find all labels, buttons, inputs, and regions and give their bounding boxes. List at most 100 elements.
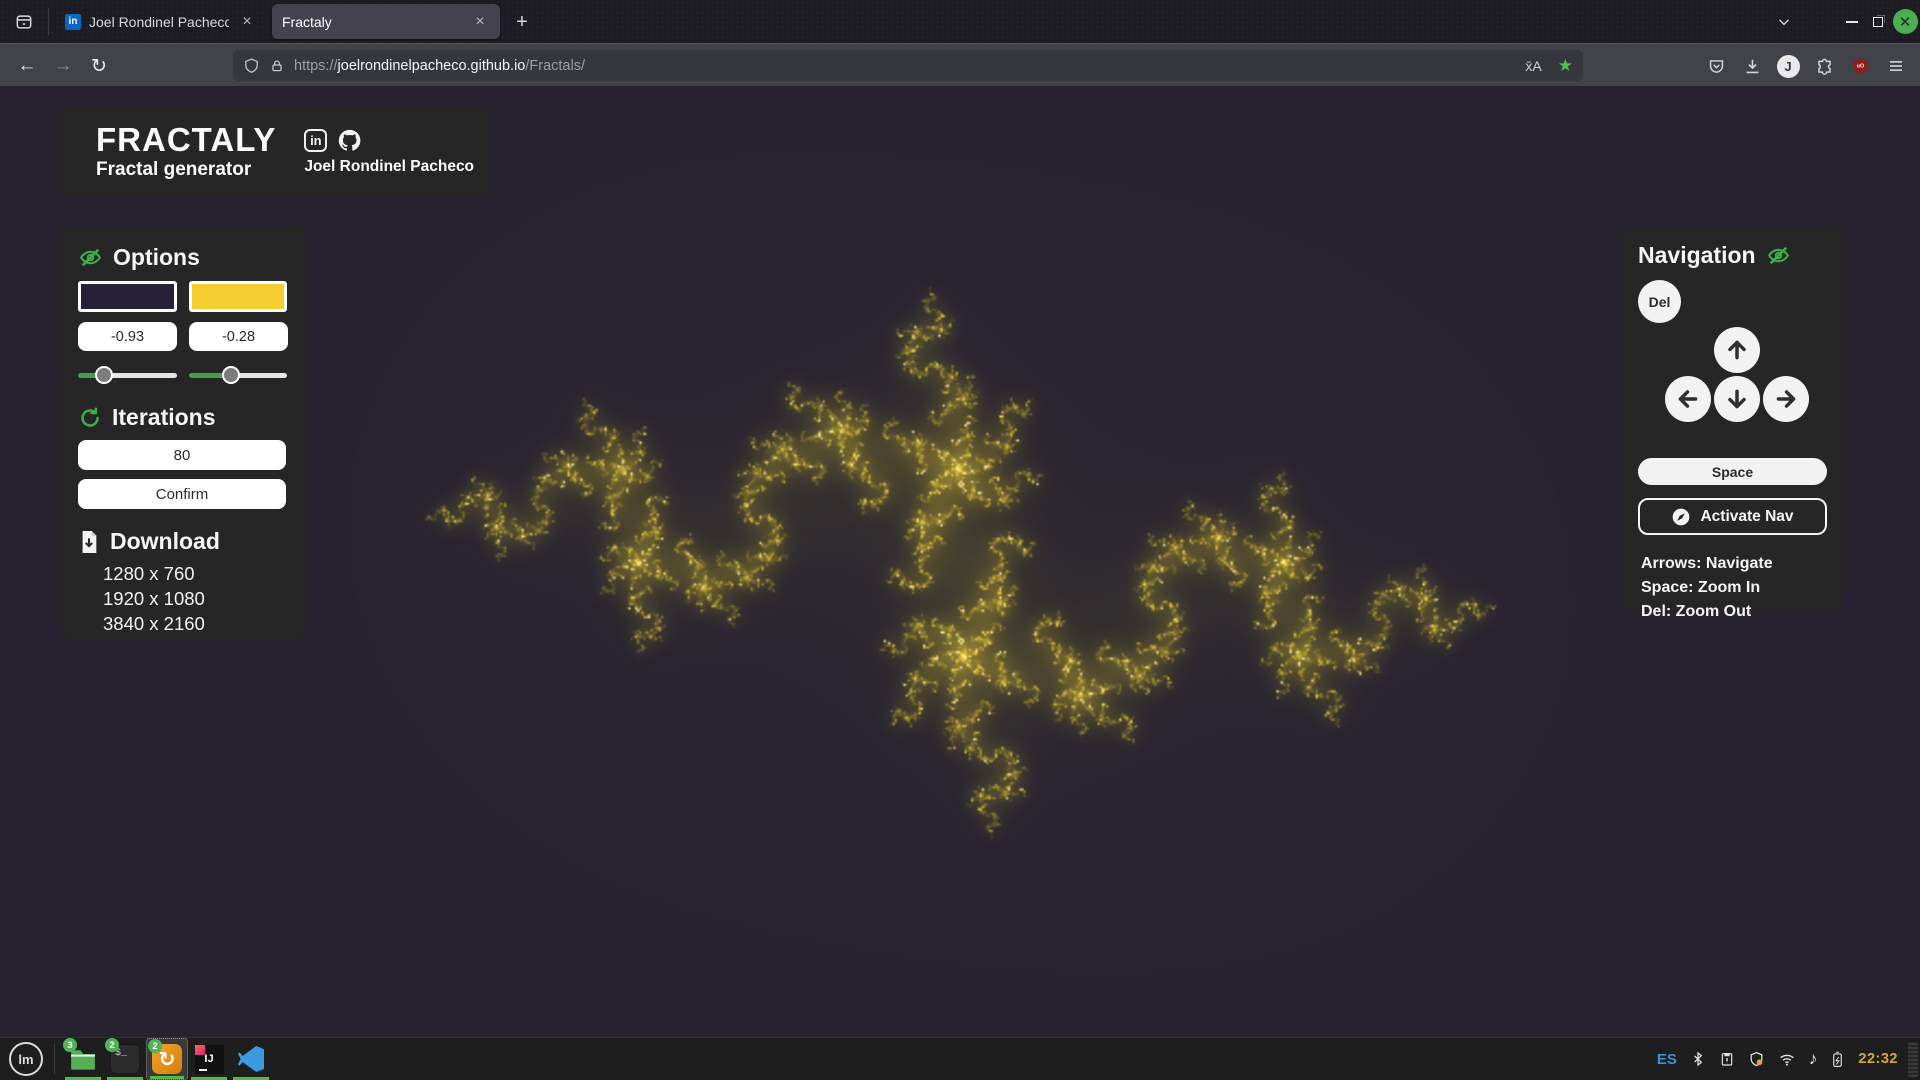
iterations-title: Iterations [112, 404, 216, 431]
taskbar: lm 3 2 $_ 2 ↻ IJ ES ♪ 22:32 [0, 1037, 1920, 1080]
options-panel: Options Iterations Confirm Download 1280… [59, 227, 306, 639]
author-name: Joel Rondinel Pacheco [304, 158, 474, 176]
menu-hamburger-icon[interactable] [1882, 51, 1910, 81]
help-arrows: Arrows: Navigate [1641, 552, 1827, 576]
site-tagline: Fractal generator [96, 159, 276, 181]
nav-down-button[interactable] [1714, 376, 1760, 422]
help-space: Space: Zoom In [1641, 576, 1827, 600]
navigation-title: Navigation [1638, 242, 1756, 269]
color1-swatch[interactable] [78, 281, 177, 312]
taskbar-files-icon[interactable]: 3 [62, 1038, 104, 1080]
taskbar-terminal-icon[interactable]: 2 $_ [104, 1038, 146, 1080]
slider-thumb[interactable] [222, 366, 240, 384]
clipboard-icon[interactable] [1719, 1050, 1735, 1068]
tab-title: Fractaly [282, 14, 462, 30]
bookmark-star-icon[interactable]: ★ [1558, 56, 1573, 76]
c-imag-input[interactable] [189, 322, 288, 351]
system-tray: ES ♪ 22:32 [1657, 1049, 1920, 1069]
c-real-slider[interactable] [78, 365, 177, 385]
nav-left-button[interactable] [1665, 376, 1711, 422]
minimize-button[interactable] [1840, 0, 1864, 43]
taskbar-vscode-icon[interactable] [230, 1038, 272, 1080]
navigation-help: Arrows: Navigate Space: Zoom In Del: Zoo… [1638, 552, 1827, 624]
clock[interactable]: 22:32 [1858, 1051, 1898, 1067]
fractaly-page: FRACTALY Fractal generator in Joel Rondi… [0, 86, 1920, 1037]
hide-eye-slash-icon[interactable] [1766, 243, 1791, 268]
media-note-icon[interactable]: ♪ [1809, 1049, 1818, 1069]
tab-separator [48, 8, 49, 35]
lock-icon[interactable] [269, 58, 285, 74]
c-imag-slider[interactable] [189, 365, 288, 385]
show-desktop-grip[interactable] [1908, 1042, 1918, 1077]
arrow-up-icon [1724, 337, 1750, 363]
files-badge: 3 [63, 1038, 77, 1052]
intellij-icon: IJ [195, 1045, 224, 1074]
download-option-3840[interactable]: 3840 x 2160 [103, 611, 287, 636]
color2-swatch[interactable] [189, 281, 288, 312]
new-tab-button[interactable]: + [508, 8, 536, 36]
confirm-button[interactable]: Confirm [78, 479, 286, 509]
pocket-icon[interactable] [1702, 51, 1730, 81]
linkedin-icon[interactable]: in [304, 129, 327, 152]
tab-title: Joel Rondinel Pacheco | LinkedIn [89, 14, 229, 30]
taskbar-intellij-icon[interactable]: IJ [188, 1038, 230, 1080]
terminal-badge: 2 [105, 1038, 119, 1052]
tab-bar: in Joel Rondinel Pacheco | LinkedIn × Fr… [0, 0, 1920, 43]
ublock-icon[interactable]: uO [1846, 51, 1874, 81]
vscode-icon [238, 1046, 264, 1072]
refresh-icon [78, 406, 102, 430]
forward-button[interactable]: → [48, 51, 78, 81]
close-tab-icon[interactable]: × [470, 12, 490, 32]
arrow-pad [1638, 325, 1827, 450]
taskbar-firefox-icon[interactable]: 2 ↻ [146, 1038, 188, 1080]
arrow-left-icon [1675, 386, 1701, 412]
download-file-icon [78, 530, 100, 554]
taskbar-separator [54, 1044, 55, 1074]
del-zoom-out-button[interactable]: Del [1638, 280, 1681, 323]
keyboard-layout-indicator[interactable]: ES [1657, 1051, 1677, 1068]
wifi-icon[interactable] [1778, 1051, 1796, 1068]
url-bar[interactable]: https://joelrondinelpacheco.github.io/Fr… [233, 50, 1583, 81]
firefox-badge: 2 [148, 1039, 162, 1053]
close-window-button[interactable]: ✕ [1891, 0, 1919, 43]
arrow-down-icon [1724, 386, 1750, 412]
browser-toolbar: ← → ↻ https://joelrondinelpacheco.github… [0, 43, 1920, 86]
maximize-button[interactable] [1866, 0, 1890, 43]
firefox-view-icon[interactable] [10, 8, 38, 36]
navigation-panel: Navigation Del Space Activate Nav Arrows… [1622, 227, 1843, 609]
shield-icon[interactable] [243, 57, 260, 74]
activate-nav-button[interactable]: Activate Nav [1638, 498, 1827, 535]
url-text: https://joelrondinelpacheco.github.io/Fr… [294, 58, 585, 74]
list-tabs-chevron-icon[interactable] [1772, 10, 1796, 34]
mint-menu-button[interactable]: lm [9, 1042, 43, 1076]
site-logo: FRACTALY [96, 123, 276, 156]
bluetooth-icon[interactable] [1690, 1050, 1706, 1068]
profile-avatar[interactable]: J [1774, 51, 1802, 81]
downloads-icon[interactable] [1738, 51, 1766, 81]
iterations-input[interactable] [78, 440, 286, 470]
help-del: Del: Zoom Out [1641, 600, 1827, 624]
security-shield-icon[interactable] [1748, 1050, 1765, 1068]
linkedin-favicon: in [65, 14, 81, 30]
download-title: Download [110, 528, 220, 555]
close-tab-icon[interactable]: × [237, 12, 257, 32]
space-zoom-in-button[interactable]: Space [1638, 458, 1827, 485]
slider-thumb[interactable] [95, 366, 113, 384]
tab-fractaly[interactable]: Fractaly × [272, 4, 500, 39]
c-real-input[interactable] [78, 322, 177, 351]
download-option-1280[interactable]: 1280 x 760 [103, 561, 287, 586]
back-button[interactable]: ← [12, 51, 42, 81]
github-icon[interactable] [337, 128, 362, 153]
nav-up-button[interactable] [1714, 327, 1760, 373]
site-header: FRACTALY Fractal generator in Joel Rondi… [59, 108, 487, 196]
translate-icon[interactable]: x̄A [1525, 58, 1541, 74]
nav-right-button[interactable] [1763, 376, 1809, 422]
reload-button[interactable]: ↻ [84, 51, 114, 81]
extensions-puzzle-icon[interactable] [1810, 51, 1838, 81]
battery-charging-icon[interactable] [1830, 1050, 1845, 1069]
arrow-right-icon [1773, 386, 1799, 412]
hide-eye-slash-icon[interactable] [78, 245, 103, 270]
download-option-1920[interactable]: 1920 x 1080 [103, 586, 287, 611]
tab-linkedin[interactable]: in Joel Rondinel Pacheco | LinkedIn × [55, 0, 267, 43]
svg-text:uO: uO [1856, 63, 1864, 69]
